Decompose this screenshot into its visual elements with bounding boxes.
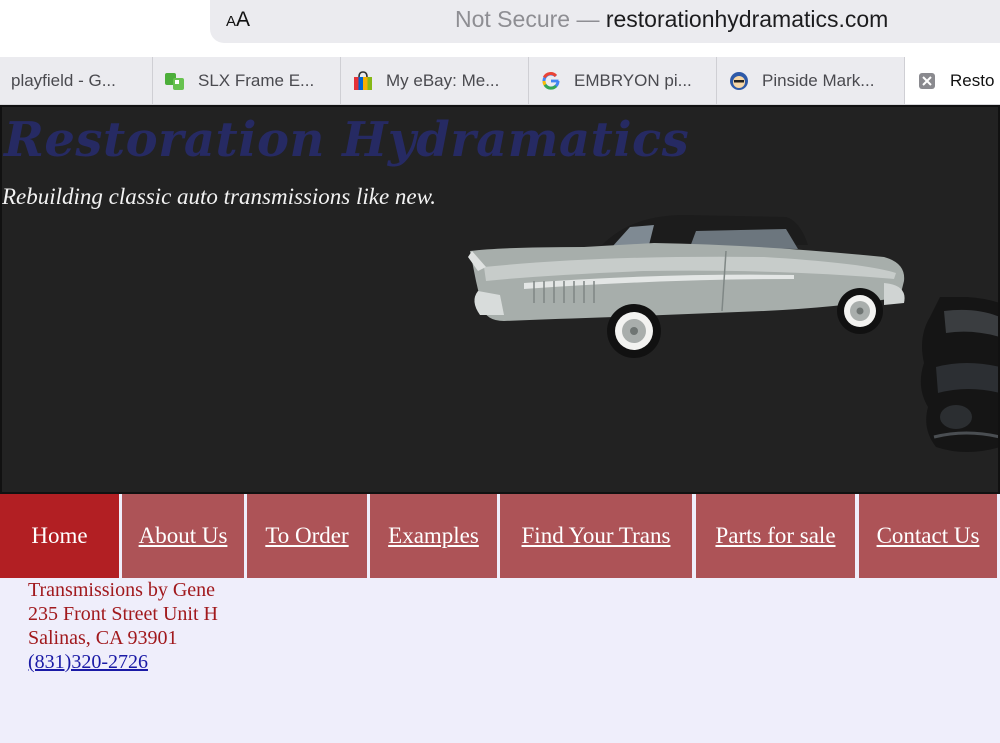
green-puzzle-icon [164,70,186,92]
tab-restoration-active[interactable]: Resto [905,57,1000,104]
tab-pinside[interactable]: Pinside Mark... [717,57,905,104]
close-icon[interactable] [916,70,938,92]
classic-car-image [468,215,905,358]
url-domain: restorationhydramatics.com [605,6,889,32]
tab-playfield[interactable]: playfield - G... [0,57,153,104]
main-nav: Home About Us To Order Examples Find You… [0,494,1000,578]
security-label: Not Secure — [455,6,600,32]
tab-label: SLX Frame E... [198,70,315,90]
street-address: 235 Front Street Unit H [28,603,218,625]
nav-to-order[interactable]: To Order [247,494,367,578]
tab-strip: playfield - G... SLX Frame E... My eBay:… [0,57,1000,105]
tab-label: Resto [950,70,995,90]
business-name: Transmissions by Gene [28,579,216,601]
tab-slx-frame[interactable]: SLX Frame E... [153,57,341,104]
city-state-zip: Salinas, CA 93901 [28,627,178,649]
site-tagline: Rebuilding classic auto transmissions li… [2,184,436,209]
tab-label: playfield - G... [11,70,116,90]
transmission-image [920,297,998,452]
google-icon [540,70,562,92]
reader-text-size-button[interactable]: AA [226,5,250,35]
site-header: Restoration Hydramatics Rebuilding class… [0,105,1000,494]
tab-label: My eBay: Me... [386,70,500,90]
nav-parts-for-sale[interactable]: Parts for sale [696,494,855,578]
tab-embryon[interactable]: EMBRYON pi... [529,57,717,104]
aa-big-glyph: A [236,8,251,31]
phone-link[interactable]: (831)320-2726 [28,650,218,674]
business-address: Transmissions by Gene 235 Front Street U… [28,578,218,674]
site-title: Restoration Hydramatics [4,112,690,168]
aa-small-glyph: A [226,13,237,30]
url-display[interactable]: Not Secure — restorationhydramatics.com [455,4,888,34]
tab-my-ebay[interactable]: My eBay: Me... [341,57,529,104]
nav-home[interactable]: Home [0,494,119,578]
nav-find-your-trans[interactable]: Find Your Trans [500,494,692,578]
tab-label: Pinside Mark... [762,70,875,90]
shopping-bag-icon [352,70,374,92]
tab-label: EMBRYON pi... [574,70,692,90]
nav-about-us[interactable]: About Us [122,494,244,578]
pinside-icon [728,70,750,92]
nav-examples[interactable]: Examples [370,494,497,578]
nav-contact-us[interactable]: Contact Us [859,494,997,578]
